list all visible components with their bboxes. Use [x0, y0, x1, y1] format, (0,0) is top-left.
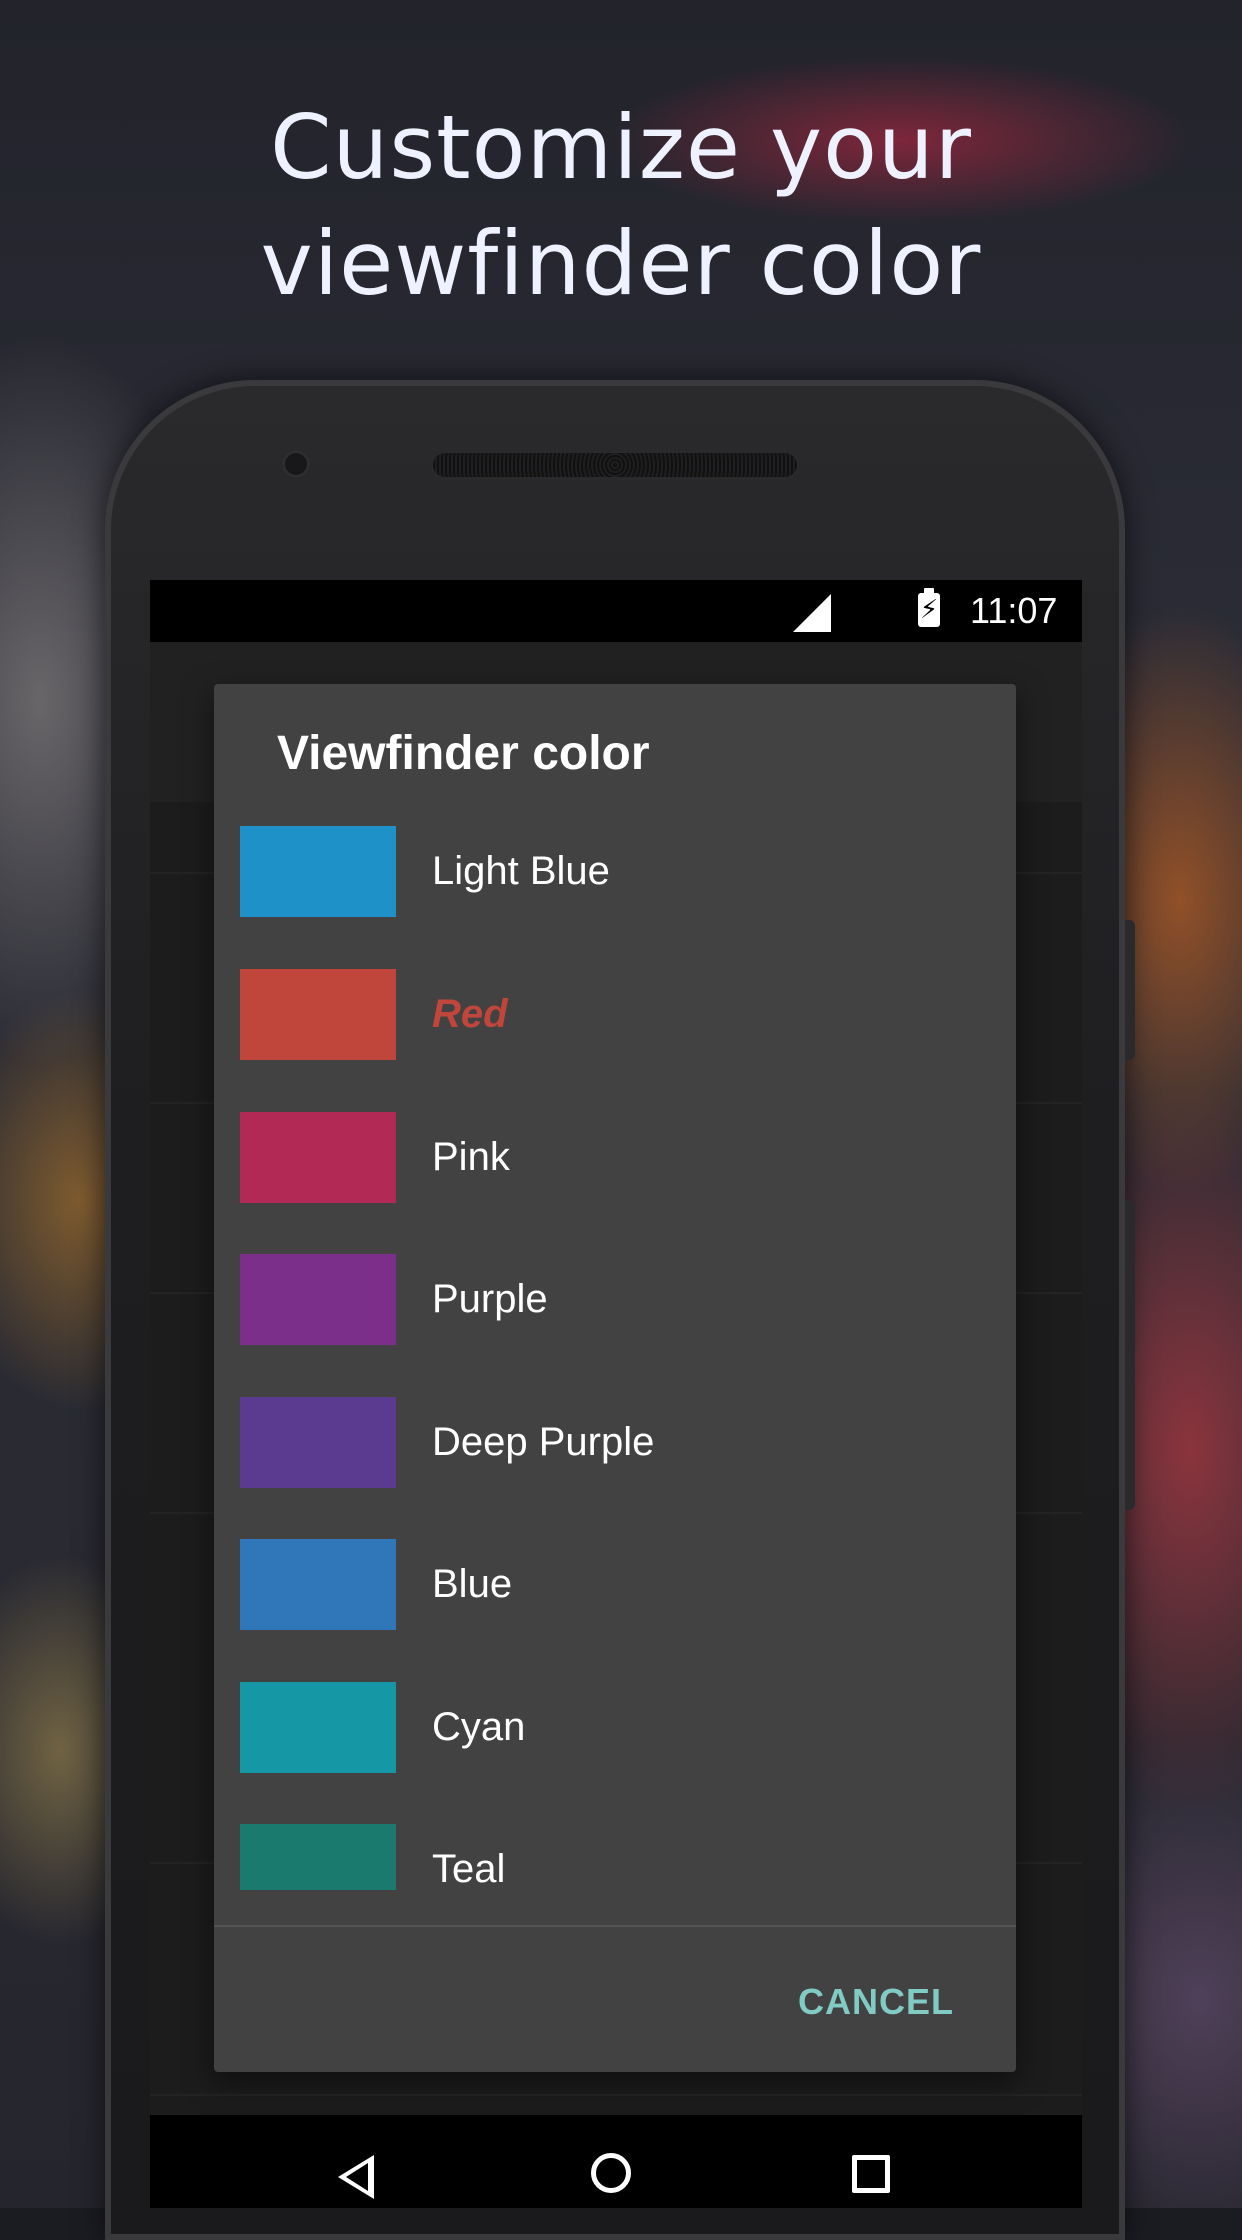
volume-button [1125, 920, 1135, 1060]
color-option-label: Cyan [432, 1705, 526, 1749]
color-option-label: Blue [432, 1562, 513, 1606]
color-option-label: Teal [432, 1847, 506, 1890]
cancel-button[interactable]: CANCEL [798, 1978, 954, 2026]
color-option-purple[interactable]: Purple [214, 1254, 1016, 1396]
back-icon[interactable] [338, 2155, 374, 2199]
dialog-divider [214, 1925, 1016, 1927]
color-option-list: Light Blue Red Pink Purple Deep Purple B… [214, 826, 1016, 1890]
status-bar: ⚡ 11:07 [150, 580, 1082, 642]
color-swatch [240, 1254, 396, 1345]
color-swatch [240, 1539, 396, 1630]
promo-headline: Customize your viewfinder color [0, 90, 1242, 322]
color-option-teal[interactable]: Teal [214, 1824, 1016, 1890]
color-option-deep-purple[interactable]: Deep Purple [214, 1397, 1016, 1539]
dialog-title: Viewfinder color [277, 727, 650, 780]
phone-screen: ⚡ 11:07 Viewfinder color Light Blue Red … [150, 580, 1082, 2208]
power-button [1125, 1200, 1135, 1510]
home-icon[interactable] [591, 2153, 631, 2193]
color-option-cyan[interactable]: Cyan [214, 1682, 1016, 1824]
color-option-label: Pink [432, 1135, 510, 1179]
promo-headline-line1: Customize your [270, 96, 972, 199]
signal-icon [793, 594, 831, 632]
promo-headline-line2: viewfinder color [260, 212, 982, 315]
color-option-light-blue[interactable]: Light Blue [214, 826, 1016, 968]
recents-icon[interactable] [852, 2155, 890, 2193]
front-camera-icon [282, 450, 310, 478]
color-swatch [240, 1397, 396, 1488]
navigation-bar [150, 2115, 1082, 2208]
color-swatch [240, 1112, 396, 1203]
color-swatch [240, 1682, 396, 1773]
color-swatch [240, 826, 396, 917]
earpiece-speaker [430, 450, 800, 480]
color-option-label: Light Blue [432, 849, 610, 893]
color-option-pink[interactable]: Pink [214, 1112, 1016, 1254]
viewfinder-color-dialog: Viewfinder color Light Blue Red Pink Pur… [214, 684, 1016, 2072]
color-swatch [240, 969, 396, 1060]
battery-bolt-glyph: ⚡ [919, 595, 939, 625]
color-option-label: Deep Purple [432, 1420, 655, 1464]
battery-charging-icon: ⚡ [918, 588, 940, 627]
color-option-label: Purple [432, 1277, 548, 1321]
color-option-blue[interactable]: Blue [214, 1539, 1016, 1681]
color-option-label: Red [432, 992, 508, 1036]
color-swatch [240, 1824, 396, 1890]
color-option-red[interactable]: Red [214, 969, 1016, 1111]
status-clock: 11:07 [970, 590, 1058, 631]
